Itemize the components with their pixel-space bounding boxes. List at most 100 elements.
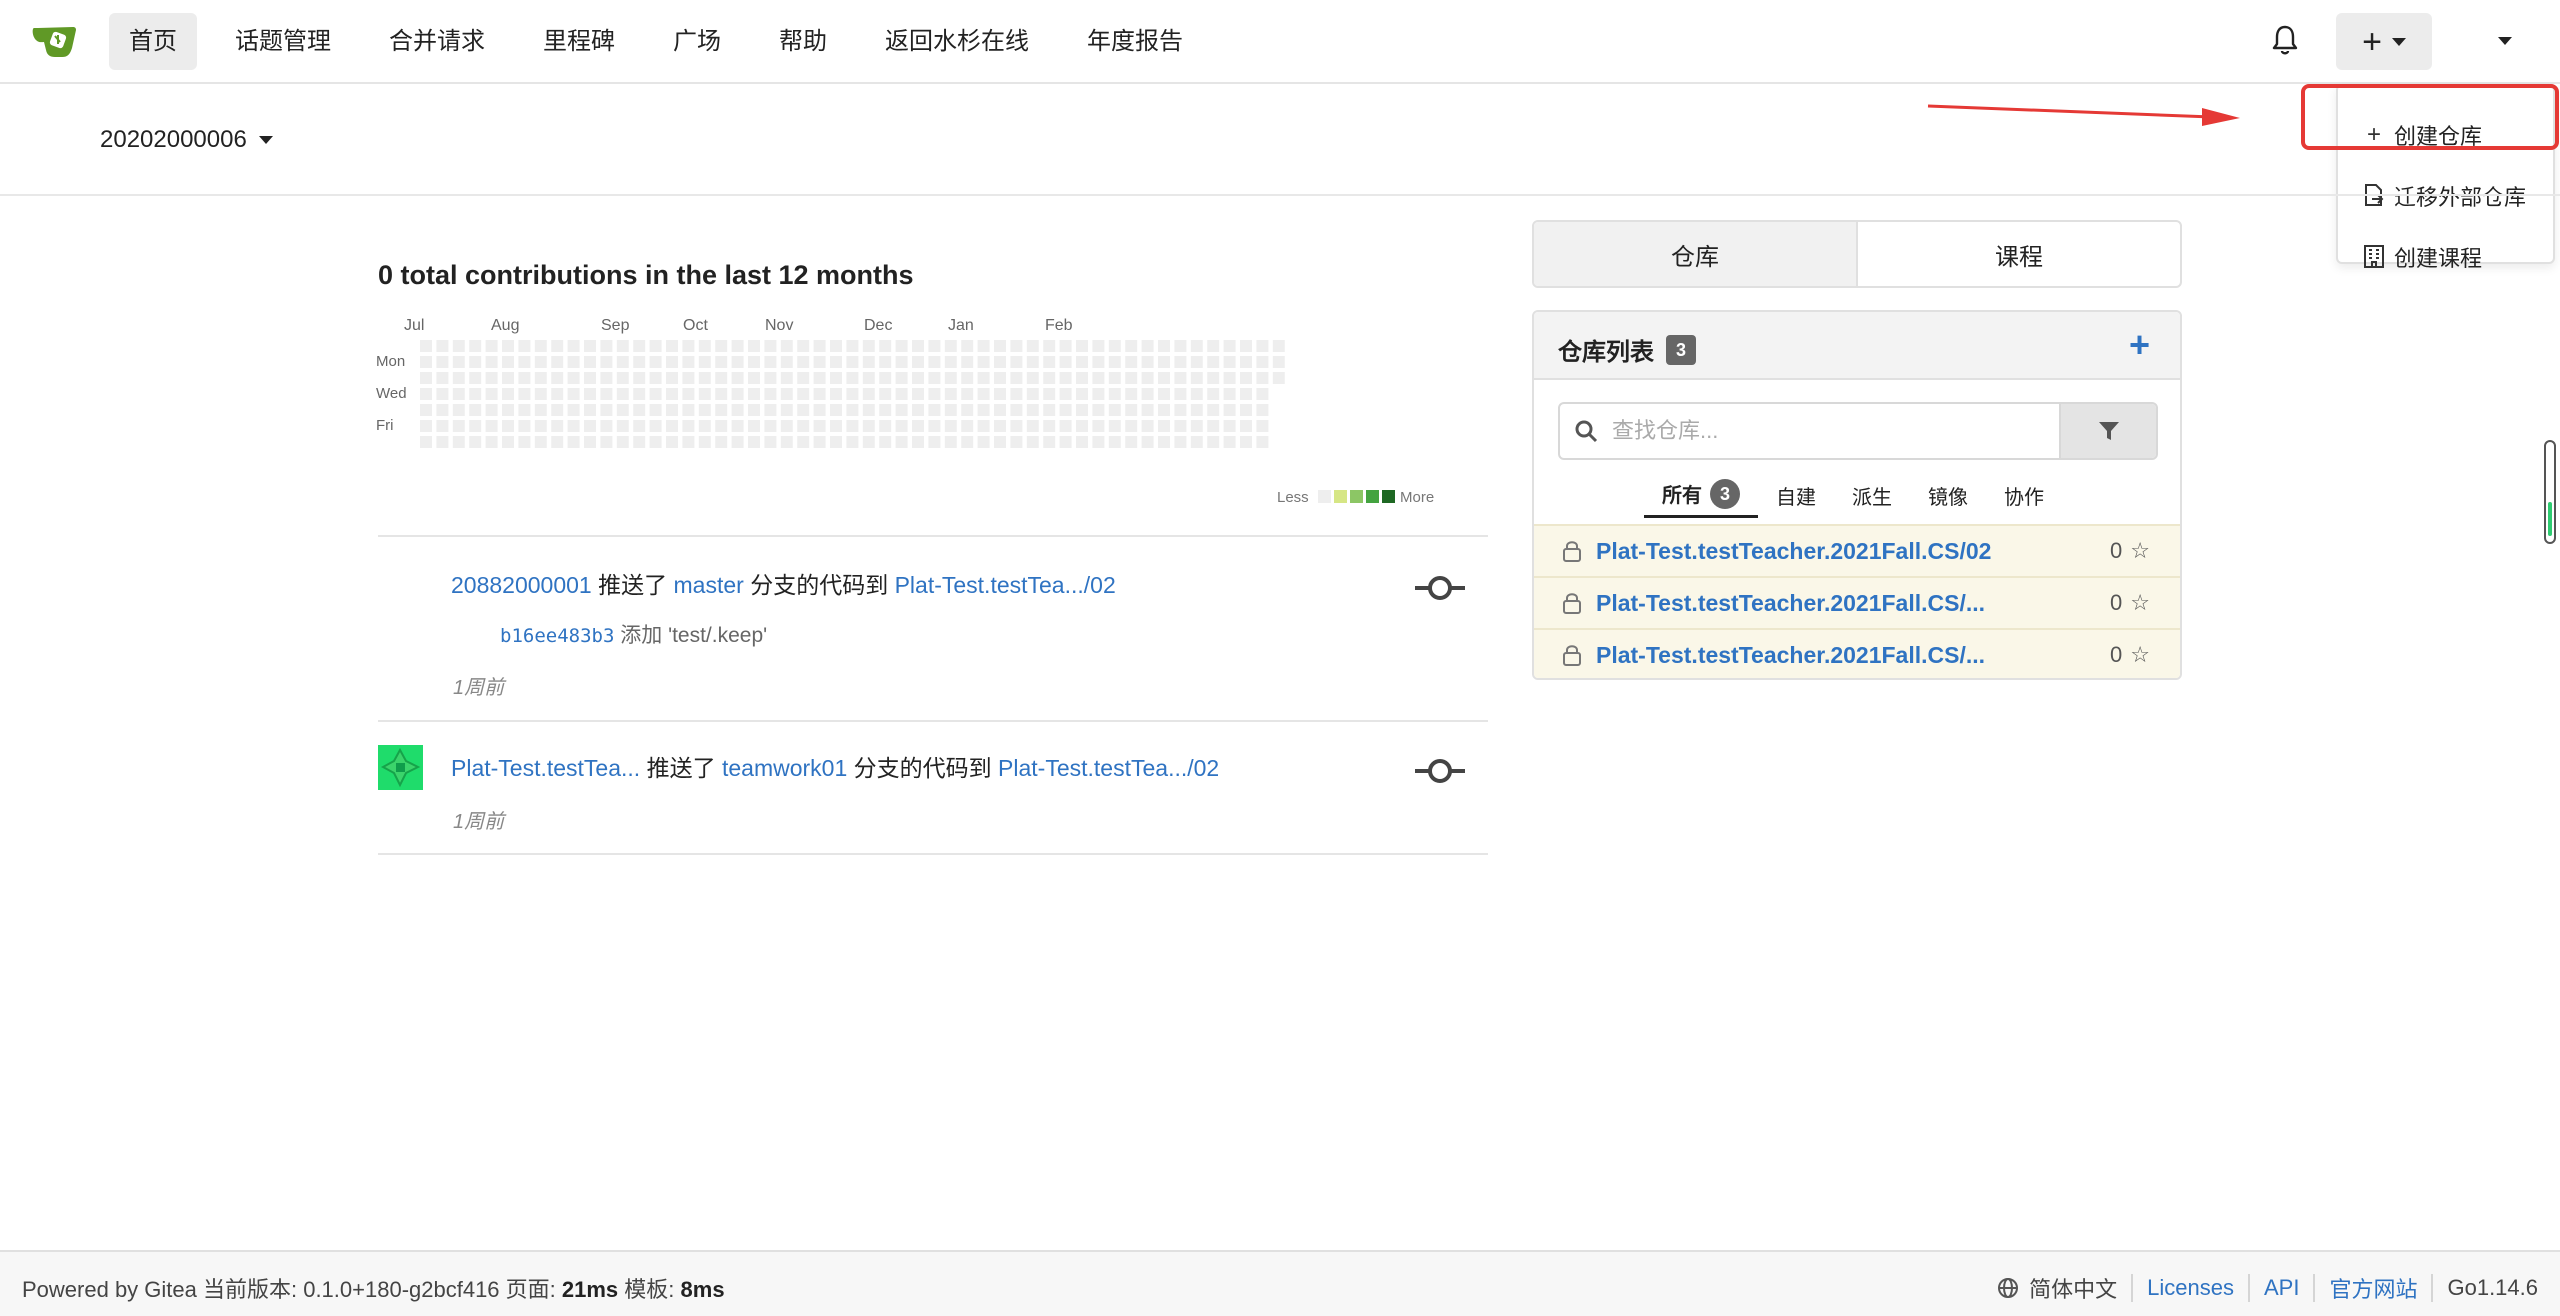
- heatmap-day-cell[interactable]: [698, 404, 711, 416]
- heatmap-day-cell[interactable]: [1256, 356, 1269, 368]
- nav-help[interactable]: 帮助: [759, 13, 847, 70]
- heatmap-day-cell[interactable]: [649, 388, 662, 400]
- heatmap-day-cell[interactable]: [1059, 340, 1072, 352]
- heatmap-day-cell[interactable]: [1240, 436, 1252, 448]
- heatmap-day-cell[interactable]: [1141, 356, 1154, 368]
- heatmap-day-cell[interactable]: [1158, 372, 1170, 384]
- heatmap-day-cell[interactable]: [485, 340, 498, 352]
- heatmap-day-cell[interactable]: [1010, 340, 1023, 352]
- heatmap-day-cell[interactable]: [1043, 436, 1056, 448]
- heatmap-day-cell[interactable]: [928, 388, 941, 400]
- heatmap-day-cell[interactable]: [1043, 340, 1056, 352]
- heatmap-day-cell[interactable]: [666, 372, 678, 384]
- heatmap-day-cell[interactable]: [1076, 340, 1088, 352]
- heatmap-day-cell[interactable]: [469, 436, 482, 448]
- heatmap-day-cell[interactable]: [912, 356, 924, 368]
- heatmap-day-cell[interactable]: [862, 356, 875, 368]
- heatmap-day-cell[interactable]: [1207, 436, 1220, 448]
- heatmap-day-cell[interactable]: [551, 356, 564, 368]
- heatmap-day-cell[interactable]: [1141, 372, 1154, 384]
- heatmap-day-cell[interactable]: [698, 372, 711, 384]
- heatmap-day-cell[interactable]: [748, 340, 760, 352]
- repo-list-item[interactable]: Plat-Test.testTeacher.2021Fall.CS/... 0 …: [1534, 576, 2180, 628]
- heatmap-day-cell[interactable]: [748, 420, 760, 432]
- heatmap-day-cell[interactable]: [1207, 420, 1220, 432]
- heatmap-day-cell[interactable]: [534, 356, 547, 368]
- heatmap-day-cell[interactable]: [1010, 404, 1023, 416]
- heatmap-day-cell[interactable]: [1059, 436, 1072, 448]
- heatmap-day-cell[interactable]: [436, 356, 449, 368]
- heatmap-day-cell[interactable]: [1059, 420, 1072, 432]
- heatmap-day-cell[interactable]: [977, 340, 990, 352]
- heatmap-day-cell[interactable]: [764, 436, 777, 448]
- heatmap-day-cell[interactable]: [1207, 356, 1220, 368]
- heatmap-day-cell[interactable]: [649, 420, 662, 432]
- user-menu-chevron-icon[interactable]: [2498, 37, 2512, 45]
- official-site-link[interactable]: 官方网站: [2329, 1272, 2417, 1304]
- heatmap-day-cell[interactable]: [600, 356, 613, 368]
- heatmap-day-cell[interactable]: [469, 404, 482, 416]
- heatmap-day-cell[interactable]: [600, 372, 613, 384]
- heatmap-day-cell[interactable]: [1256, 340, 1269, 352]
- heatmap-day-cell[interactable]: [912, 340, 924, 352]
- heatmap-day-cell[interactable]: [944, 372, 957, 384]
- heatmap-day-cell[interactable]: [1043, 356, 1056, 368]
- heatmap-day-cell[interactable]: [1141, 340, 1154, 352]
- heatmap-day-cell[interactable]: [1026, 404, 1039, 416]
- heatmap-day-cell[interactable]: [731, 340, 744, 352]
- heatmap-day-cell[interactable]: [780, 420, 793, 432]
- heatmap-day-cell[interactable]: [436, 436, 449, 448]
- repo-name-link[interactable]: Plat-Test.testTeacher.2021Fall.CS/...: [1596, 590, 1985, 617]
- heatmap-day-cell[interactable]: [551, 420, 564, 432]
- heatmap-day-cell[interactable]: [1059, 356, 1072, 368]
- heatmap-day-cell[interactable]: [1174, 420, 1187, 432]
- heatmap-day-cell[interactable]: [961, 436, 974, 448]
- heatmap-day-cell[interactable]: [1223, 388, 1236, 400]
- heatmap-day-cell[interactable]: [1026, 388, 1039, 400]
- heatmap-day-cell[interactable]: [895, 372, 908, 384]
- heatmap-day-cell[interactable]: [928, 372, 941, 384]
- heatmap-day-cell[interactable]: [846, 372, 859, 384]
- heatmap-day-cell[interactable]: [1223, 372, 1236, 384]
- heatmap-day-cell[interactable]: [764, 372, 777, 384]
- heatmap-day-cell[interactable]: [518, 420, 531, 432]
- feed-repo-link[interactable]: Plat-Test.testTea.../02: [895, 572, 1116, 598]
- heatmap-day-cell[interactable]: [748, 372, 760, 384]
- heatmap-day-cell[interactable]: [649, 404, 662, 416]
- heatmap-day-cell[interactable]: [420, 404, 432, 416]
- heatmap-day-cell[interactable]: [633, 356, 646, 368]
- heatmap-day-cell[interactable]: [748, 404, 760, 416]
- heatmap-day-cell[interactable]: [502, 436, 514, 448]
- heatmap-day-cell[interactable]: [780, 436, 793, 448]
- licenses-link[interactable]: Licenses: [2147, 1275, 2234, 1301]
- heatmap-day-cell[interactable]: [1026, 436, 1039, 448]
- heatmap-day-cell[interactable]: [666, 388, 678, 400]
- heatmap-day-cell[interactable]: [452, 340, 465, 352]
- heatmap-day-cell[interactable]: [1026, 340, 1039, 352]
- heatmap-day-cell[interactable]: [567, 420, 580, 432]
- repo-name-link[interactable]: Plat-Test.testTeacher.2021Fall.CS/02: [1596, 538, 1991, 565]
- heatmap-day-cell[interactable]: [420, 356, 432, 368]
- heatmap-day-cell[interactable]: [452, 356, 465, 368]
- heatmap-day-cell[interactable]: [698, 420, 711, 432]
- heatmap-day-cell[interactable]: [584, 388, 596, 400]
- heatmap-day-cell[interactable]: [977, 356, 990, 368]
- heatmap-day-cell[interactable]: [994, 404, 1006, 416]
- heatmap-day-cell[interactable]: [485, 404, 498, 416]
- heatmap-day-cell[interactable]: [1092, 388, 1105, 400]
- heatmap-day-cell[interactable]: [1240, 372, 1252, 384]
- heatmap-day-cell[interactable]: [1207, 372, 1220, 384]
- heatmap-day-cell[interactable]: [1076, 388, 1088, 400]
- heatmap-day-cell[interactable]: [944, 340, 957, 352]
- heatmap-day-cell[interactable]: [649, 340, 662, 352]
- filter-sources[interactable]: 自建: [1758, 472, 1834, 518]
- heatmap-day-cell[interactable]: [1190, 420, 1203, 432]
- nav-annual-report[interactable]: 年度报告: [1067, 13, 1203, 70]
- heatmap-day-cell[interactable]: [1158, 436, 1170, 448]
- heatmap-day-cell[interactable]: [780, 340, 793, 352]
- heatmap-day-cell[interactable]: [1092, 372, 1105, 384]
- heatmap-day-cell[interactable]: [895, 404, 908, 416]
- heatmap-day-cell[interactable]: [518, 372, 531, 384]
- heatmap-day-cell[interactable]: [666, 404, 678, 416]
- heatmap-day-cell[interactable]: [534, 404, 547, 416]
